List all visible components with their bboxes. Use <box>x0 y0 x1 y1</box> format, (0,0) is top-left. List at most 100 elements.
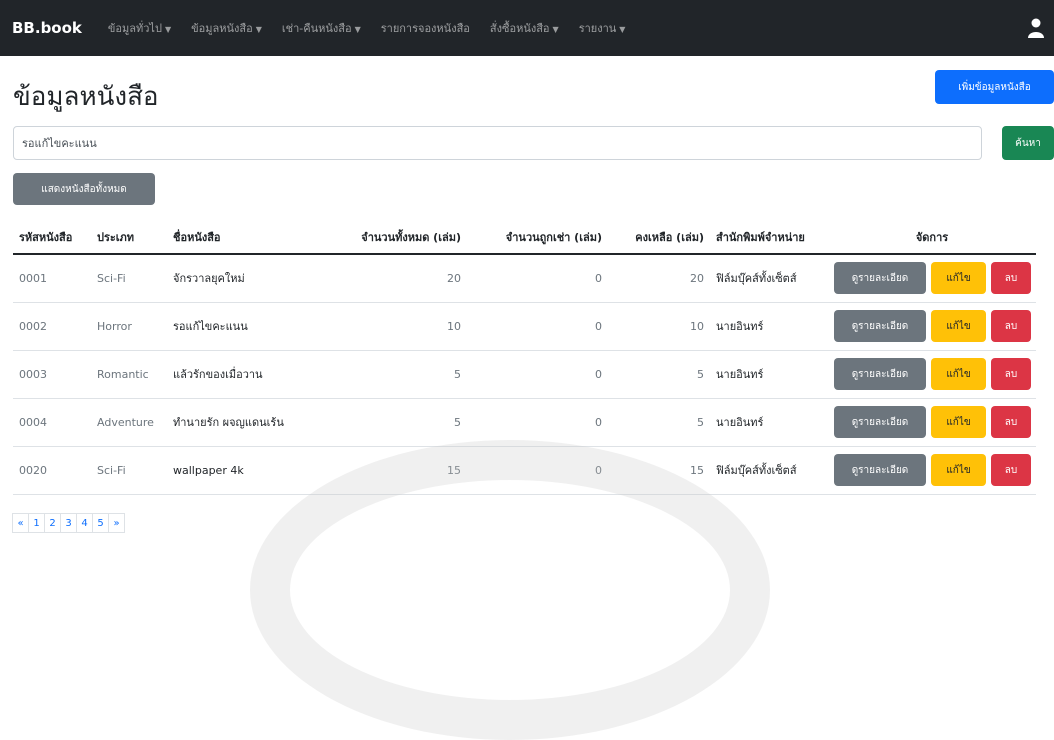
cell-type: Sci-Fi <box>91 254 167 303</box>
cell-type: Adventure <box>91 398 167 447</box>
detail-button[interactable]: ดูรายละเอียด <box>834 262 926 295</box>
caret-down-icon: ▼ <box>164 25 172 34</box>
page-title: ข้อมูลหนังสือ <box>13 82 159 112</box>
nav-item-reports[interactable]: รายงาน ▼ <box>579 19 626 37</box>
edit-button[interactable]: แก้ไข <box>931 406 986 438</box>
cell-id: 0003 <box>13 350 91 399</box>
table-row: 0004 Adventure ทำนายรัก ผจญแดนเร้น 5 0 5… <box>13 398 1036 447</box>
column-header: สำนักพิมพ์จำหน่าย <box>710 220 828 255</box>
caret-down-icon: ▼ <box>552 25 559 34</box>
cell-publisher: ฟิล์มบุ๊คส์ทั้งเซ็ตส์ <box>710 446 828 495</box>
cell-type: Sci-Fi <box>91 446 167 495</box>
column-header: คงเหลือ (เล่ม) <box>608 220 710 255</box>
cell-total: 10 <box>303 302 467 351</box>
detail-button[interactable]: ดูรายละเอียด <box>834 310 926 342</box>
search-input[interactable] <box>13 126 982 160</box>
books-table: รหัสหนังสือ ประเภท ชื่อหนังสือ จำนวนทั้ง… <box>13 220 1036 495</box>
pagination-page[interactable]: 5 <box>92 513 109 533</box>
cell-rented: 0 <box>467 446 608 495</box>
user-icon[interactable] <box>1028 18 1044 38</box>
cell-publisher: นายอินทร์ <box>710 398 828 447</box>
pagination-page[interactable]: 4 <box>76 513 93 533</box>
delete-button[interactable]: ลบ <box>991 310 1031 342</box>
cell-publisher: นายอินทร์ <box>710 302 828 351</box>
cell-remaining: 20 <box>608 254 710 303</box>
cell-publisher: ฟิล์มบุ๊คส์ทั้งเซ็ตส์ <box>710 254 828 303</box>
cell-name: รอแก้ไขคะแนน <box>167 302 303 351</box>
cell-rented: 0 <box>467 350 608 399</box>
cell-name: แล้วรักของเมื่อวาน <box>167 350 303 399</box>
pagination-page[interactable]: 2 <box>44 513 61 533</box>
table-row: 0003 Romantic แล้วรักของเมื่อวาน 5 0 5 น… <box>13 350 1036 399</box>
pagination-page[interactable]: 3 <box>60 513 77 533</box>
edit-button[interactable]: แก้ไข <box>931 358 986 390</box>
edit-button[interactable]: แก้ไข <box>931 454 986 486</box>
cell-actions: ดูรายละเอียด แก้ไข ลบ <box>828 254 1036 303</box>
delete-button[interactable]: ลบ <box>991 406 1031 438</box>
delete-button[interactable]: ลบ <box>991 358 1031 390</box>
cell-actions: ดูรายละเอียด แก้ไข ลบ <box>828 446 1036 495</box>
caret-down-icon: ▼ <box>354 25 361 34</box>
pagination: « 1 2 3 4 5 » <box>12 513 125 533</box>
cell-id: 0001 <box>13 254 91 303</box>
table-row: 0002 Horror รอแก้ไขคะแนน 10 0 10 นายอินท… <box>13 302 1036 351</box>
cell-id: 0004 <box>13 398 91 447</box>
nav-item-general[interactable]: ข้อมูลทั่วไป ▼ <box>108 19 171 37</box>
nav-item-books[interactable]: ข้อมูลหนังสือ ▼ <box>191 19 262 37</box>
cell-id: 0002 <box>13 302 91 351</box>
search-button[interactable]: ค้นหา <box>1002 126 1054 160</box>
nav-item-orders[interactable]: สั่งซื้อหนังสือ ▼ <box>490 19 559 37</box>
cell-remaining: 15 <box>608 446 710 495</box>
cell-name: จักรวาลยุคใหม่ <box>167 254 303 303</box>
cell-actions: ดูรายละเอียด แก้ไข ลบ <box>828 350 1036 399</box>
table-header-row: รหัสหนังสือ ประเภท ชื่อหนังสือ จำนวนทั้ง… <box>13 220 1036 255</box>
detail-button[interactable]: ดูรายละเอียด <box>834 358 926 390</box>
cell-total: 20 <box>303 254 467 303</box>
detail-button[interactable]: ดูรายละเอียด <box>834 406 926 438</box>
cell-total: 15 <box>303 446 467 495</box>
cell-id: 0020 <box>13 446 91 495</box>
cell-remaining: 10 <box>608 302 710 351</box>
delete-button[interactable]: ลบ <box>991 454 1031 486</box>
column-header: จำนวนถูกเช่า (เล่ม) <box>467 220 608 255</box>
cell-rented: 0 <box>467 254 608 303</box>
column-header: รหัสหนังสือ <box>13 220 91 255</box>
cell-name: ทำนายรัก ผจญแดนเร้น <box>167 398 303 447</box>
nav-item-label: รายงาน <box>578 22 617 35</box>
nav-item-label: สั่งซื้อหนังสือ <box>489 22 550 35</box>
pagination-next[interactable]: » <box>108 513 125 533</box>
nav-item-reservations[interactable]: รายการจองหนังสือ <box>381 19 470 37</box>
cell-total: 5 <box>303 398 467 447</box>
nav-item-label: ข้อมูลหนังสือ <box>191 22 253 35</box>
brand-logo[interactable]: BB.book <box>12 19 82 37</box>
add-book-button[interactable]: เพิ่มข้อมูลหนังสือ <box>935 70 1054 104</box>
pagination-prev[interactable]: « <box>12 513 29 533</box>
cell-remaining: 5 <box>608 350 710 399</box>
nav-item-rent-return[interactable]: เช่า-คืนหนังสือ ▼ <box>282 19 361 37</box>
caret-down-icon: ▼ <box>619 25 626 34</box>
cell-rented: 0 <box>467 398 608 447</box>
caret-down-icon: ▼ <box>255 25 262 34</box>
column-header: จัดการ <box>828 220 1036 255</box>
column-header: ประเภท <box>91 220 167 255</box>
cell-actions: ดูรายละเอียด แก้ไข ลบ <box>828 302 1036 351</box>
table-row: 0020 Sci-Fi wallpaper 4k 15 0 15 ฟิล์มบุ… <box>13 446 1036 495</box>
cell-remaining: 5 <box>608 398 710 447</box>
edit-button[interactable]: แก้ไข <box>931 262 986 295</box>
detail-button[interactable]: ดูรายละเอียด <box>834 454 926 486</box>
cell-publisher: นายอินทร์ <box>710 350 828 399</box>
cell-rented: 0 <box>467 302 608 351</box>
pagination-page[interactable]: 1 <box>28 513 45 533</box>
cell-name: wallpaper 4k <box>167 446 303 495</box>
delete-button[interactable]: ลบ <box>991 262 1031 295</box>
cell-type: Romantic <box>91 350 167 399</box>
cell-total: 5 <box>303 350 467 399</box>
show-all-button[interactable]: แสดงหนังสือทั้งหมด <box>13 173 155 205</box>
navbar: BB.book ข้อมูลทั่วไป ▼ ข้อมูลหนังสือ ▼ เช่… <box>0 0 1054 56</box>
nav-item-label: เช่า-คืนหนังสือ <box>281 22 352 35</box>
cell-type: Horror <box>91 302 167 351</box>
edit-button[interactable]: แก้ไข <box>931 310 986 342</box>
column-header: จำนวนทั้งหมด (เล่ม) <box>303 220 467 255</box>
table-row: 0001 Sci-Fi จักรวาลยุคใหม่ 20 0 20 ฟิล์ม… <box>13 254 1036 303</box>
nav-item-label: รายการจองหนังสือ <box>380 22 470 35</box>
